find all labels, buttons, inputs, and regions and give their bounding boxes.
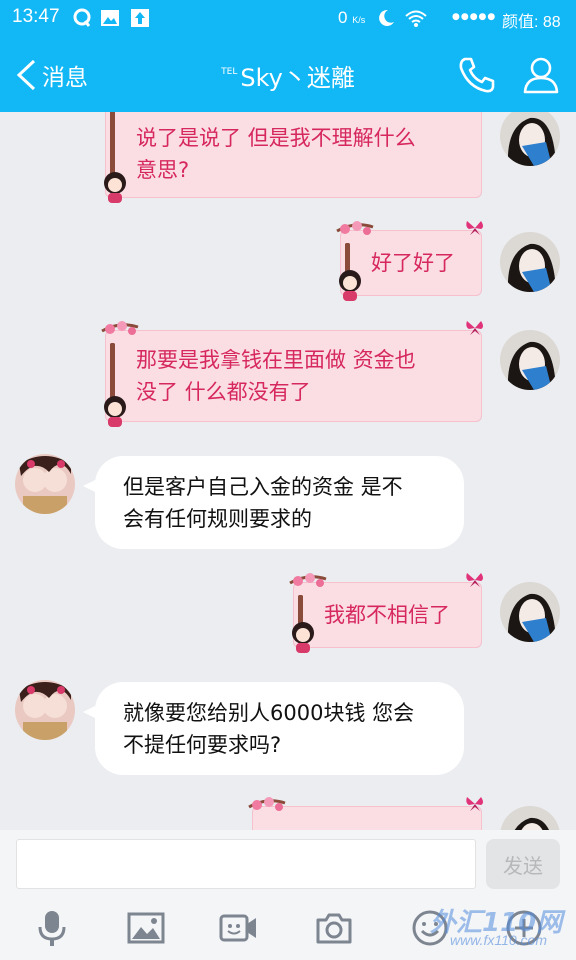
flower-branch-icon: [248, 797, 286, 811]
plus-icon[interactable]: [504, 908, 544, 948]
message-bubble-incoming[interactable]: 就像要您给别人6000块钱 您会 不提任何要求吗?: [83, 682, 464, 775]
camera-icon[interactable]: [314, 908, 354, 948]
message-text: 会有任何规则要求的: [123, 506, 312, 531]
moon-icon: [379, 9, 394, 26]
message-text: 没了 什么都没有了: [136, 380, 311, 404]
message-bubble-outgoing[interactable]: 说了是说了 但是我不理解什么 意思?: [104, 112, 482, 203]
profile-icon[interactable]: [520, 54, 562, 96]
status-time: 13:47: [12, 6, 60, 27]
wifi-icon: [405, 10, 427, 27]
input-bar: 发送: [0, 830, 576, 894]
input-toolbar: [0, 894, 576, 960]
upload-icon: [131, 9, 149, 27]
contact-avatar[interactable]: [15, 454, 75, 514]
chat-list[interactable]: 说了是说了 但是我不理解什么 意思? 好了好了 那要是我拿钱在里面做 资金也 没…: [0, 112, 576, 830]
image-icon[interactable]: [126, 908, 166, 948]
message-bubble-outgoing[interactable]: [248, 797, 483, 830]
my-avatar[interactable]: [500, 232, 560, 292]
sticker-girl-icon: [292, 622, 314, 653]
message-text: 但是客户自己入金的资金 是不: [123, 474, 403, 499]
message-bubble-outgoing[interactable]: 我都不相信了: [289, 573, 483, 653]
sticker-girl-icon: [339, 270, 361, 301]
butterfly-icon: [466, 221, 483, 235]
my-avatar[interactable]: [500, 330, 560, 390]
qq-icon: [73, 8, 91, 27]
flower-branch-icon: [336, 221, 374, 235]
contact-name: Sky丶迷離: [240, 64, 355, 92]
send-button[interactable]: 发送: [486, 839, 560, 889]
message-text: 好了好了: [371, 251, 455, 275]
butterfly-icon: [466, 573, 483, 587]
sticker-girl-icon: [104, 172, 126, 203]
tel-badge: TEL: [221, 67, 238, 77]
message-text: 说了是说了 但是我不理解什么: [136, 126, 416, 150]
gallery-icon: [101, 10, 119, 26]
butterfly-icon: [466, 797, 483, 811]
signal-strength: ●●●●●: [452, 12, 497, 22]
status-bar: 13:47 0 K/s ●●●●● 颜值: 88: [0, 0, 576, 38]
message-bubble-outgoing[interactable]: 那要是我拿钱在里面做 资金也 没了 什么都没有了: [101, 321, 483, 427]
message-text: 意思?: [136, 158, 190, 182]
sticker-girl-icon: [104, 396, 126, 427]
message-text: 就像要您给别人6000块钱 您会: [123, 700, 415, 725]
message-text: 我都不相信了: [324, 603, 450, 627]
phone-icon[interactable]: [456, 54, 498, 96]
status-carrier: 颜值: 88: [502, 14, 561, 31]
butterfly-icon: [466, 321, 483, 335]
flower-branch-icon: [289, 573, 327, 587]
flower-branch-icon: [101, 321, 139, 335]
my-avatar[interactable]: [500, 582, 560, 642]
voice-icon[interactable]: [32, 908, 72, 948]
message-input[interactable]: [16, 839, 476, 889]
contact-avatar[interactable]: [15, 680, 75, 740]
my-avatar[interactable]: [500, 806, 560, 830]
network-speed: 0 K/s: [338, 8, 366, 27]
my-avatar[interactable]: [500, 112, 560, 166]
message-bubble-incoming[interactable]: 但是客户自己入金的资金 是不 会有任何规则要求的: [83, 456, 464, 549]
emoji-icon[interactable]: [410, 908, 450, 948]
video-icon[interactable]: [218, 908, 258, 948]
message-text: 不提任何要求吗?: [123, 732, 282, 757]
title-bar: 消息 TEL Sky丶迷離: [0, 38, 576, 112]
message-bubble-outgoing[interactable]: 好了好了: [336, 221, 483, 301]
message-text: 那要是我拿钱在里面做 资金也: [136, 348, 416, 372]
